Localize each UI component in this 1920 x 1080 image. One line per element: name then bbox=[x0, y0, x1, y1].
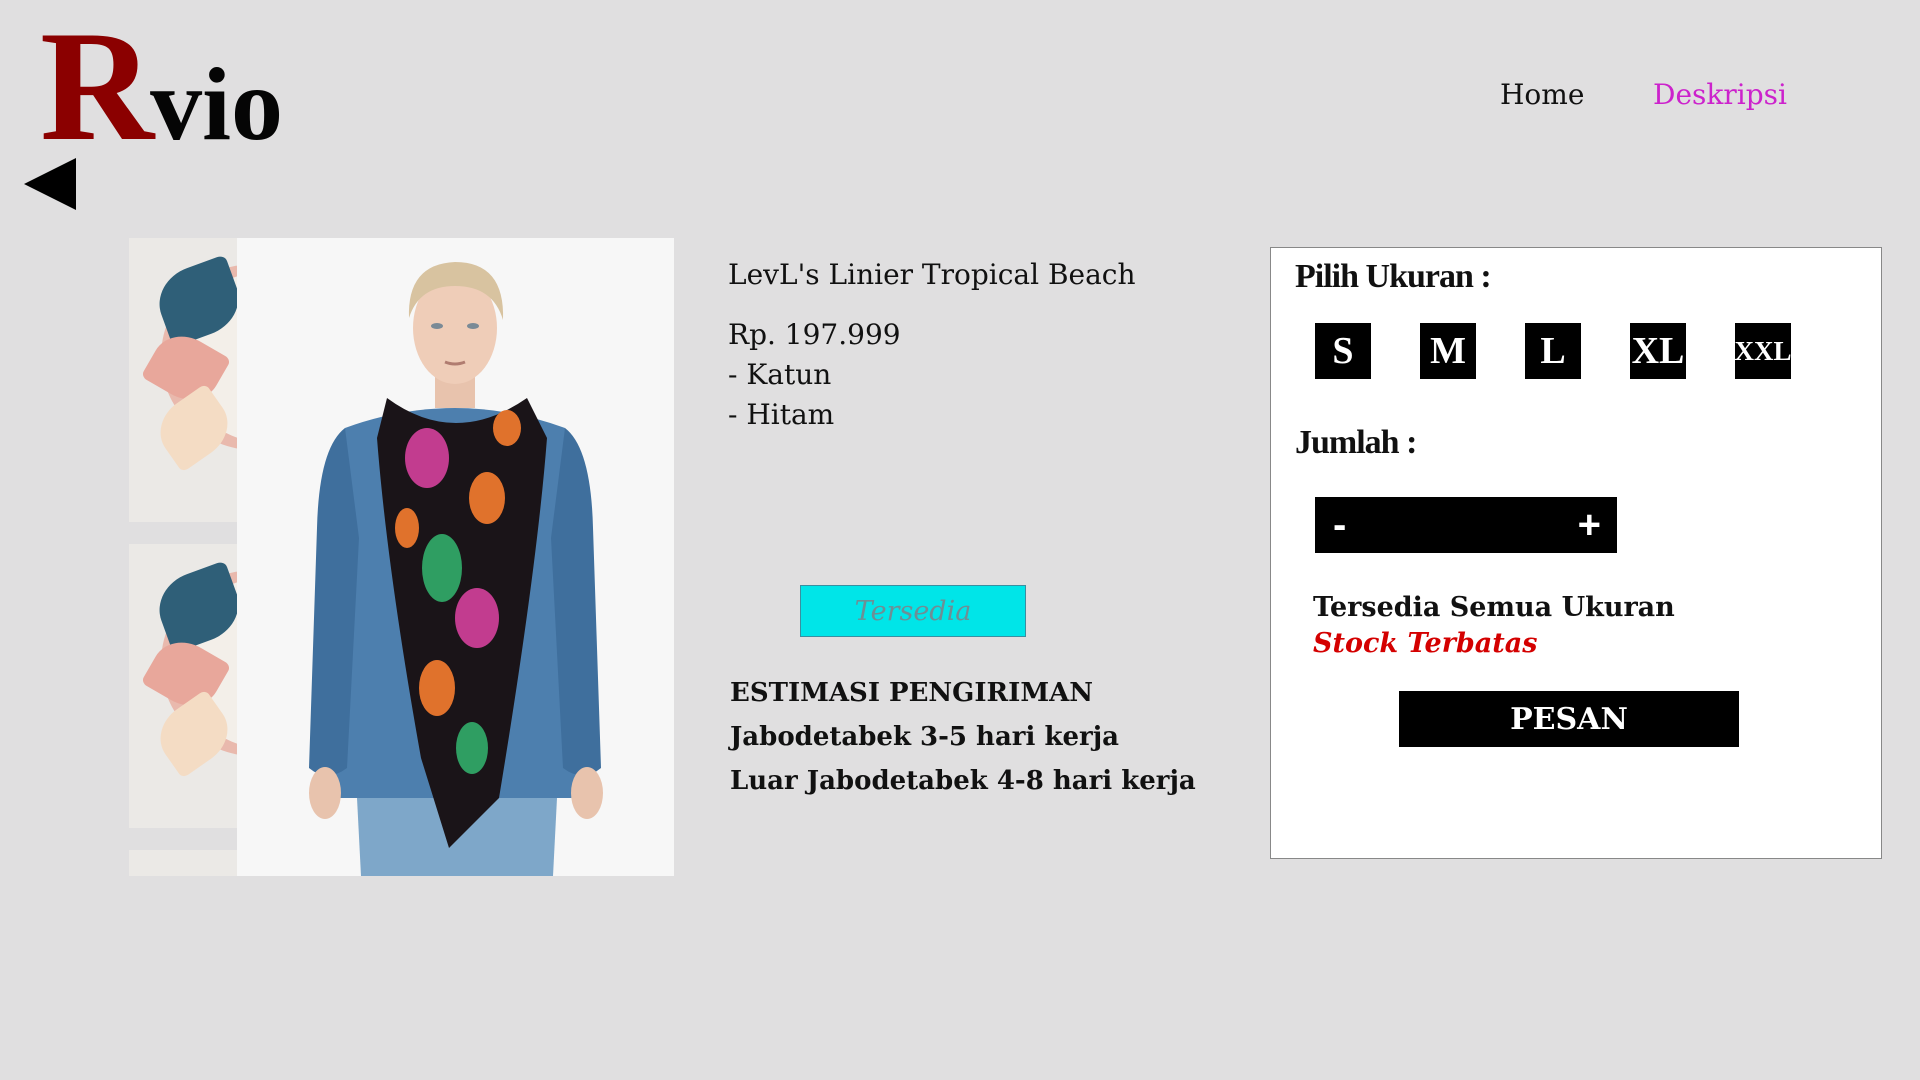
quantity-heading: Jumlah : bbox=[1295, 424, 1417, 461]
stock-warning: Stock Terbatas bbox=[1313, 628, 1538, 659]
product-spec: - Hitam bbox=[728, 398, 835, 431]
product-thumbnail[interactable] bbox=[129, 238, 237, 522]
model-illustration bbox=[309, 262, 603, 876]
shipping-heading: ESTIMASI PENGIRIMAN bbox=[730, 678, 1094, 708]
product-title: LevL's Linier Tropical Beach bbox=[728, 258, 1136, 291]
shipping-line: Luar Jabodetabek 4-8 hari kerja bbox=[730, 766, 1196, 796]
size-option-xl[interactable]: XL bbox=[1630, 323, 1686, 379]
product-spec: - Katun bbox=[728, 358, 832, 391]
size-option-m[interactable]: M bbox=[1420, 323, 1476, 379]
shipping-line: Jabodetabek 3-5 hari kerja bbox=[730, 722, 1119, 752]
availability-note: Tersedia Semua Ukuran bbox=[1313, 592, 1675, 623]
order-panel: Pilih Ukuran : S M L XL XXL Jumlah : - +… bbox=[1270, 247, 1882, 859]
order-button[interactable]: PESAN bbox=[1399, 691, 1739, 747]
back-triangle-icon[interactable] bbox=[24, 158, 76, 210]
size-option-l[interactable]: L bbox=[1525, 323, 1581, 379]
nav-home[interactable]: Home bbox=[1500, 78, 1584, 111]
decrease-quantity-button[interactable]: - bbox=[1333, 497, 1346, 553]
logo-initial: R bbox=[40, 0, 154, 174]
size-heading: Pilih Ukuran : bbox=[1295, 258, 1492, 295]
availability-badge: Tersedia bbox=[800, 585, 1026, 637]
logo-rest: vio bbox=[150, 47, 284, 162]
size-option-s[interactable]: S bbox=[1315, 323, 1371, 379]
nav-description[interactable]: Deskripsi bbox=[1653, 78, 1787, 111]
product-thumbnail[interactable] bbox=[129, 544, 237, 828]
product-thumbnail[interactable] bbox=[129, 850, 237, 876]
product-main-image bbox=[237, 238, 674, 876]
increase-quantity-button[interactable]: + bbox=[1578, 497, 1601, 553]
brand-logo[interactable]: Rvio bbox=[40, 8, 283, 166]
size-option-xxl[interactable]: XXL bbox=[1735, 323, 1791, 379]
product-price: Rp. 197.999 bbox=[728, 318, 901, 351]
quantity-stepper: - + bbox=[1315, 497, 1617, 553]
